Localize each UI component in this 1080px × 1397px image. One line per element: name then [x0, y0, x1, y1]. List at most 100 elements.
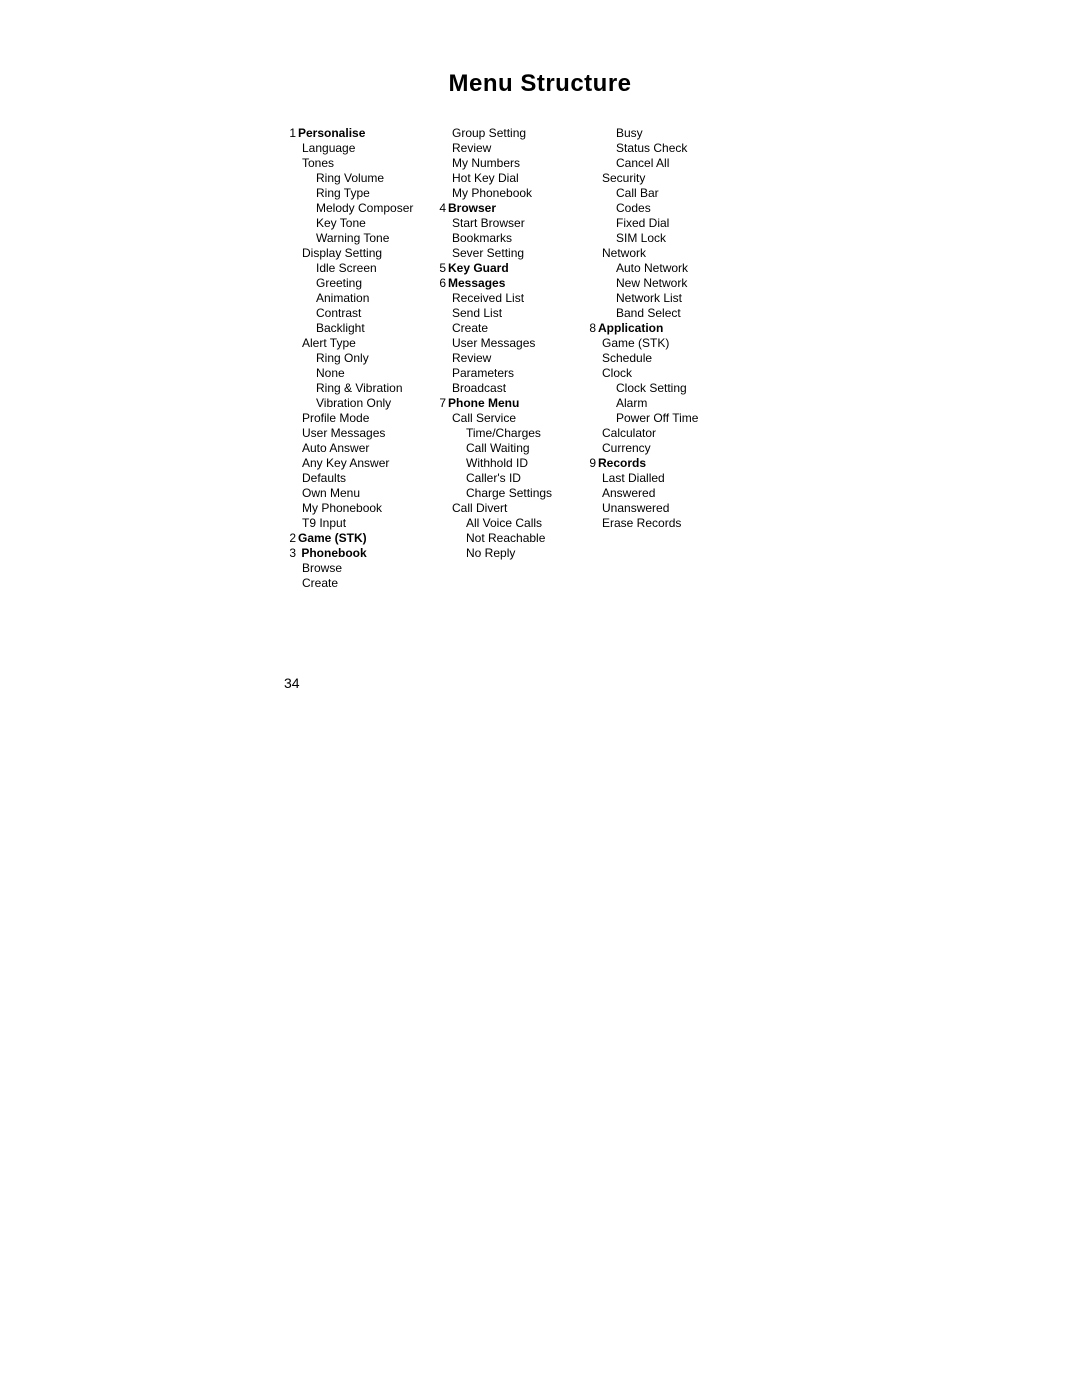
menu-item: Last Dialled: [584, 471, 724, 486]
menu-label: Create: [452, 321, 488, 335]
menu-label: Clock Setting: [616, 381, 687, 395]
menu-item: Busy: [584, 126, 724, 141]
menu-item: Any Key Answer: [284, 456, 424, 471]
menu-label: Game (STK): [298, 531, 367, 545]
menu-label: Cancel All: [616, 156, 669, 170]
menu-label: Create: [302, 576, 338, 590]
menu-label: Currency: [602, 441, 651, 455]
menu-item: Vibration Only: [284, 396, 424, 411]
menu-label: Review: [452, 351, 491, 365]
page-number: 34: [284, 675, 300, 691]
menu-item: Band Select: [584, 306, 724, 321]
menu-label: Auto Answer: [302, 441, 369, 455]
menu-item: Profile Mode: [284, 411, 424, 426]
menu-item: Create: [434, 321, 574, 336]
menu-label: Tones: [302, 156, 334, 170]
menu-item: Auto Answer: [284, 441, 424, 456]
menu-item: SIM Lock: [584, 231, 724, 246]
menu-label: Call Service: [452, 411, 516, 425]
menu-label: Sever Setting: [452, 246, 524, 260]
menu-label: Contrast: [316, 306, 361, 320]
menu-label: Group Setting: [452, 126, 526, 140]
menu-item: Language: [284, 141, 424, 156]
menu-label: Band Select: [616, 306, 681, 320]
menu-label: User Messages: [452, 336, 535, 350]
menu-item: Alert Type: [284, 336, 424, 351]
menu-section-header: 8Application: [584, 321, 724, 336]
menu-label: Alarm: [616, 396, 647, 410]
menu-label: Language: [302, 141, 355, 155]
menu-item: My Phonebook: [284, 501, 424, 516]
menu-item: Idle Screen: [284, 261, 424, 276]
menu-item: Clock Setting: [584, 381, 724, 396]
menu-number: 1: [284, 126, 296, 141]
menu-item: Power Off Time: [584, 411, 724, 426]
menu-label: Ring Type: [316, 186, 370, 200]
menu-item: Greeting: [284, 276, 424, 291]
menu-item: Answered: [584, 486, 724, 501]
menu-section-header: 2Game (STK): [284, 531, 424, 546]
menu-label: Fixed Dial: [616, 216, 669, 230]
menu-item: User Messages: [434, 336, 574, 351]
menu-label: Codes: [616, 201, 651, 215]
menu-section-header: 6Messages: [434, 276, 574, 291]
menu-label: Key Tone: [316, 216, 366, 230]
menu-label: My Phonebook: [302, 501, 382, 515]
menu-number: 6: [434, 276, 446, 291]
menu-item: Call Service: [434, 411, 574, 426]
menu-label: SIM Lock: [616, 231, 666, 245]
menu-item: Create: [284, 576, 424, 591]
menu-label: Browse: [302, 561, 342, 575]
menu-item: Send List: [434, 306, 574, 321]
menu-label: Start Browser: [452, 216, 525, 230]
menu-item: Parameters: [434, 366, 574, 381]
menu-label: Own Menu: [302, 486, 360, 500]
menu-label: Vibration Only: [316, 396, 391, 410]
menu-label: Ring & Vibration: [316, 381, 403, 395]
menu-label: Backlight: [316, 321, 365, 335]
menu-item: Key Tone: [284, 216, 424, 231]
menu-label: Bookmarks: [452, 231, 512, 245]
menu-label: Power Off Time: [616, 411, 698, 425]
menu-label: T9 Input: [302, 516, 346, 530]
menu-item: Unanswered: [584, 501, 724, 516]
menu-item: Sever Setting: [434, 246, 574, 261]
menu-label: Ring Only: [316, 351, 369, 365]
menu-section-header: 9Records: [584, 456, 724, 471]
menu-label: None: [316, 366, 345, 380]
menu-label: Calculator: [602, 426, 656, 440]
menu-item: My Numbers: [434, 156, 574, 171]
menu-item: Cancel All: [584, 156, 724, 171]
menu-item: Alarm: [584, 396, 724, 411]
menu-label: Call Waiting: [466, 441, 530, 455]
menu-item: Contrast: [284, 306, 424, 321]
menu-item: Received List: [434, 291, 574, 306]
menu-label: Warning Tone: [316, 231, 389, 245]
menu-item: Time/Charges: [434, 426, 574, 441]
menu-label: Hot Key Dial: [452, 171, 519, 185]
menu-item: Tones: [284, 156, 424, 171]
menu-item: Clock: [584, 366, 724, 381]
menu-number: 7: [434, 396, 446, 411]
menu-number: 9: [584, 456, 596, 471]
menu-section-header: 5Key Guard: [434, 261, 574, 276]
menu-label: Charge Settings: [466, 486, 552, 500]
menu-label: Ring Volume: [316, 171, 384, 185]
menu-label: Network: [602, 246, 646, 260]
menu-label: New Network: [616, 276, 687, 290]
menu-item: Start Browser: [434, 216, 574, 231]
menu-item: T9 Input: [284, 516, 424, 531]
menu-label: All Voice Calls: [466, 516, 542, 530]
menu-label: Messages: [448, 276, 505, 290]
menu-label: Status Check: [616, 141, 687, 155]
menu-item: Review: [434, 141, 574, 156]
menu-item: All Voice Calls: [434, 516, 574, 531]
menu-label: Phonebook: [301, 546, 366, 560]
menu-section-header: 4Browser: [434, 201, 574, 216]
menu-label: Received List: [452, 291, 524, 305]
menu-item: Not Reachable: [434, 531, 574, 546]
menu-item: Currency: [584, 441, 724, 456]
menu-item: Auto Network: [584, 261, 724, 276]
menu-item: None: [284, 366, 424, 381]
menu-label: No Reply: [466, 546, 515, 560]
